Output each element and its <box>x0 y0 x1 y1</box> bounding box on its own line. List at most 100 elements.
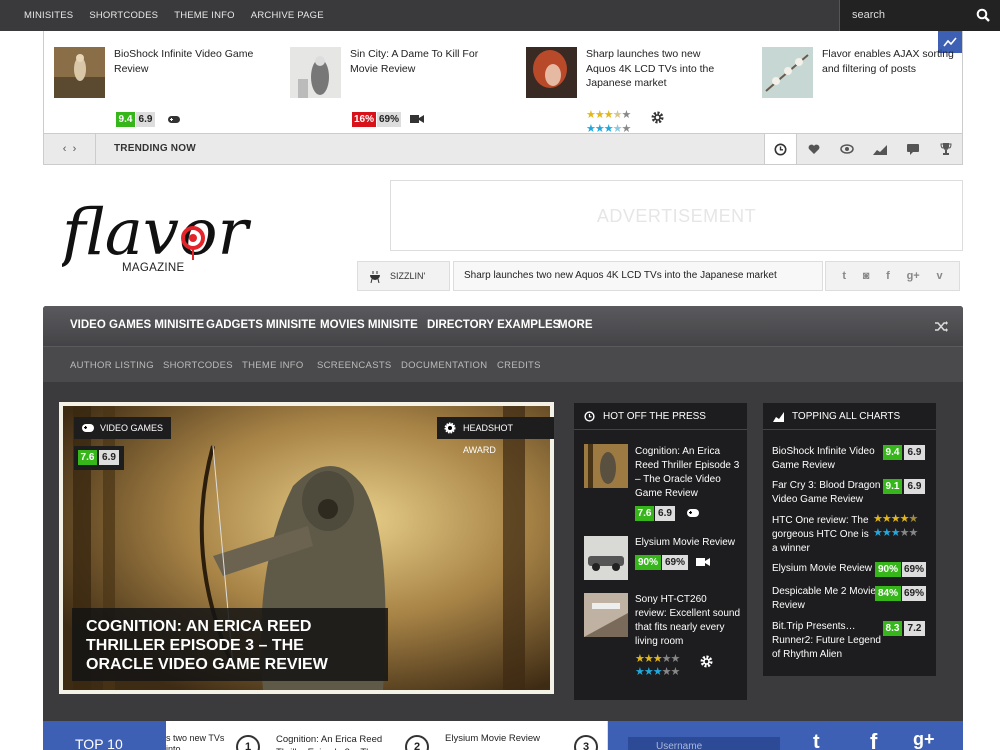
ticker-item[interactable]: Sin City: A Dame To Kill For Movie Revie… <box>280 47 495 127</box>
post-thumbnail[interactable] <box>584 536 628 580</box>
trophy-icon[interactable] <box>929 134 962 164</box>
top10-label: TOP 10 <box>43 721 163 750</box>
rating-stars-editor: ★★★★★ <box>873 513 918 525</box>
googleplus-icon[interactable]: g+ <box>907 270 920 282</box>
score-badge-primary: 90% <box>635 555 661 570</box>
search-icon[interactable] <box>976 8 990 22</box>
ticker-item-title[interactable]: BioShock Infinite Video Game Review <box>114 47 254 76</box>
gamepad-icon <box>168 116 180 123</box>
score-badge-secondary: 6.9 <box>136 112 155 127</box>
featured-post-title[interactable]: COGNITION: AN ERICA REED THRILLER EPISOD… <box>72 608 388 681</box>
top-menu-item-theme-info[interactable]: THEME INFO <box>174 10 235 21</box>
score-badge-primary: 8.3 <box>883 621 902 636</box>
chart-post-title[interactable]: Despicable Me 2 Movie Review <box>772 585 878 613</box>
ticker-item-title[interactable]: Sharp launches two new Aquos 4K LCD TVs … <box>586 47 726 91</box>
score-badge-primary: 90% <box>875 562 901 577</box>
primary-nav: VIDEO GAMES MINISITE GADGETS MINISITE MO… <box>43 306 963 346</box>
category-tag[interactable]: VIDEO GAMES <box>74 417 172 439</box>
eye-icon[interactable] <box>830 134 863 164</box>
shuffle-icon[interactable] <box>935 321 948 332</box>
secondary-nav: AUTHOR LISTING SHORTCODES THEME INFO SCR… <box>43 346 963 382</box>
carousel-item-title[interactable]: Cognition: An Erica Reed Thriller Episod… <box>276 733 386 750</box>
nav-item-author-listing[interactable]: AUTHOR LISTING <box>70 360 154 371</box>
award-tag: HEADSHOT AWARD <box>437 417 554 455</box>
nav-item-movies-minisite[interactable]: MOVIES MINISITE <box>320 319 418 331</box>
chart-icon[interactable] <box>863 134 896 164</box>
googleplus-icon[interactable]: g+ <box>913 729 935 750</box>
carousel-fragment[interactable]: s two new TVs into <box>166 733 226 750</box>
ticker-item-title[interactable]: Flavor enables AJAX sorting and filterin… <box>822 47 962 76</box>
post-title[interactable]: Sony HT-CT260 review: Excellent sound th… <box>635 593 741 649</box>
score-badge-primary: 9.4 <box>883 445 902 460</box>
chart-icon <box>773 412 784 422</box>
twitter-icon[interactable]: t <box>842 270 846 282</box>
nav-item-documentation[interactable]: DOCUMENTATION <box>401 360 487 371</box>
ticker-item[interactable]: BioShock Infinite Video Game Review 9.4 … <box>44 47 259 127</box>
chart-post-title[interactable]: BioShock Infinite Video Game Review <box>772 445 878 473</box>
post-title[interactable]: Elysium Movie Review <box>635 536 741 550</box>
rating-stars-editor: ★★★★★ <box>586 109 631 121</box>
nav-item-gadgets-minisite[interactable]: GADGETS MINISITE <box>206 319 316 331</box>
twitter-icon[interactable]: t <box>813 731 820 750</box>
score-badge-primary: 9.1 <box>883 479 902 494</box>
trending-tabs <box>764 134 962 164</box>
rank-badge: 2 <box>405 735 429 750</box>
comment-icon[interactable] <box>896 134 929 164</box>
post-title[interactable]: Cognition: An Erica Reed Thriller Episod… <box>635 445 741 501</box>
top-menu-item-shortcodes[interactable]: SHORTCODES <box>89 10 158 21</box>
facebook-icon[interactable]: f <box>886 270 890 282</box>
score-badge-secondary: 69% <box>662 555 688 570</box>
post-thumbnail[interactable] <box>584 444 628 488</box>
rank-badge: 3 <box>574 735 598 750</box>
nav-item-credits[interactable]: CREDITS <box>497 360 541 371</box>
instagram-icon[interactable]: ◙ <box>863 270 870 282</box>
facebook-icon[interactable]: f <box>870 729 877 750</box>
score-badge-primary: 84% <box>875 586 901 601</box>
top-menu-item-minisites[interactable]: MINISITES <box>24 10 73 21</box>
rating-stars-users: ★★★★★ <box>873 527 918 539</box>
ticker-item-title[interactable]: Sin City: A Dame To Kill For Movie Revie… <box>350 47 490 76</box>
rating-stars-users: ★★★★★ <box>635 666 680 678</box>
username-field[interactable]: Username <box>628 737 780 750</box>
rank-badge: 1 <box>236 735 260 750</box>
nav-item-more[interactable]: MORE <box>558 319 593 331</box>
chart-post-title[interactable]: Bit.Trip Presents… Runner2: Future Legen… <box>772 620 882 662</box>
post-thumbnail[interactable] <box>584 593 628 637</box>
sizzlin-headline[interactable]: Sharp launches two new Aquos 4K LCD TVs … <box>453 261 823 291</box>
chevron-right-icon[interactable]: › <box>73 143 77 155</box>
ticker-thumbnail[interactable] <box>290 47 341 98</box>
sizzlin-label-text: SIZZLIN' <box>390 271 426 281</box>
nav-item-video-games-minisite[interactable]: VIDEO GAMES MINISITE <box>70 319 204 331</box>
nav-item-shortcodes[interactable]: SHORTCODES <box>163 360 233 371</box>
username-placeholder: Username <box>656 741 703 750</box>
advertisement-banner[interactable]: ADVERTISEMENT <box>390 180 963 251</box>
nav-item-screencasts[interactable]: SCREENCASTS <box>317 360 392 371</box>
ticker-thumbnail[interactable] <box>762 47 813 98</box>
ticker-item[interactable]: Sharp launches two new Aquos 4K LCD TVs … <box>516 47 731 135</box>
carousel-item-title[interactable]: Elysium Movie Review <box>445 733 555 744</box>
chart-post-title[interactable]: HTC One review: The gorgeous HTC One is … <box>772 514 872 556</box>
chart-post-title[interactable]: Far Cry 3: Blood Dragon Video Game Revie… <box>772 479 882 507</box>
chevron-left-icon[interactable]: ‹ <box>63 143 67 155</box>
gear-icon <box>651 111 664 124</box>
top-menu: MINISITES SHORTCODES THEME INFO ARCHIVE … <box>16 0 332 31</box>
search-input[interactable]: search <box>839 0 1000 31</box>
ticker-arrows[interactable]: ‹ › <box>44 134 96 164</box>
site-logo[interactable]: flavor MAGAZINE <box>58 178 252 288</box>
sizzlin-label: SIZZLIN' <box>357 261 450 291</box>
chart-post-title[interactable]: Elysium Movie Review <box>772 562 878 576</box>
nav-item-theme-info[interactable]: THEME INFO <box>242 360 304 371</box>
widget-title: TOPPING ALL CHARTS <box>792 411 901 422</box>
ticker-thumbnail[interactable] <box>526 47 577 98</box>
top10-text: TOP 10 <box>75 736 123 750</box>
heart-icon[interactable] <box>797 134 830 164</box>
ticker-item[interactable]: Flavor enables AJAX sorting and filterin… <box>752 47 967 119</box>
score-badge-secondary: 69% <box>902 562 926 577</box>
vimeo-icon[interactable]: v <box>936 270 942 282</box>
clock-icon[interactable] <box>764 134 797 164</box>
top-menu-item-archive-page[interactable]: ARCHIVE PAGE <box>251 10 324 21</box>
nav-item-directory-examples[interactable]: DIRECTORY EXAMPLES <box>427 319 560 331</box>
video-camera-icon <box>696 558 710 566</box>
ticker-thumbnail[interactable] <box>54 47 105 98</box>
trending-label: TRENDING NOW <box>114 143 196 154</box>
